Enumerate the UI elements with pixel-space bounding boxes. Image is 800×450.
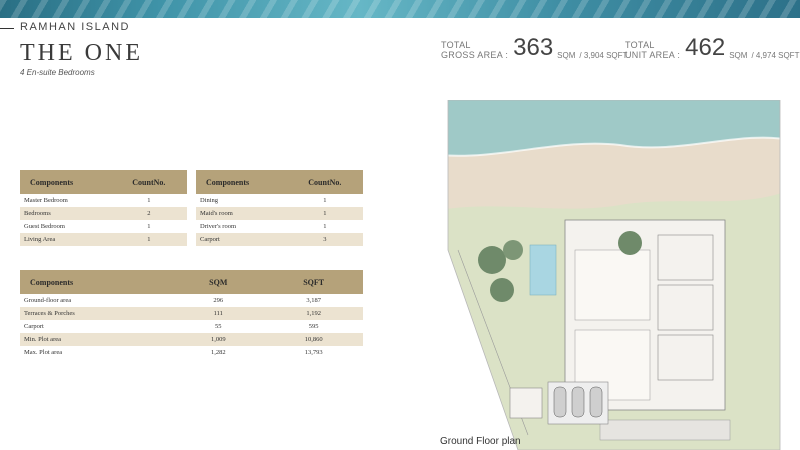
unit-area-stat: TOTAL UNIT AREA : 462 SQM / 4,974 SQFT (625, 34, 800, 61)
gross-area-stat: TOTAL GROSS AREA : 363 SQM / 3,904 SQFT (441, 34, 628, 61)
gross-area-value: 363 (513, 34, 554, 61)
column-header: SQFT (264, 270, 363, 294)
location-label: RAMHAN ISLAND (20, 21, 130, 33)
areas-table: Components SQM SQFT Ground-floor area 296… (20, 270, 363, 359)
table-row: Max. Plot area 1,282 13,793 (20, 346, 363, 359)
table-cell: Guest Bedroom (24, 223, 65, 230)
table-row: Carport 55 595 (20, 320, 363, 333)
drivers-room (509, 387, 543, 419)
page-title: THE ONE (20, 40, 143, 66)
table-cell: 1 (323, 197, 327, 204)
header-rule (0, 28, 14, 29)
table-cell: 55 (215, 323, 222, 330)
column-header: Components (196, 170, 287, 194)
table-cell: Maid's room (196, 207, 287, 220)
tree (618, 231, 642, 255)
table-cell: Max. Plot area (24, 349, 63, 356)
unit-area-value: 462 (685, 34, 726, 61)
table-cell: 10,860 (264, 333, 363, 346)
table-row: Carport 3 (196, 233, 363, 246)
rooms-table-left: Components CountNo. Master Bedroom 1 Bedr… (20, 170, 187, 246)
table-row: Master Bedroom 1 (20, 194, 187, 207)
table-cell: 2 (110, 207, 187, 220)
gross-area-sqft: / 3,904 SQFT (579, 51, 628, 60)
table-cell: 1,009 (172, 333, 265, 346)
table-cell: Ground-floor area (24, 297, 72, 304)
unit-area-unit: SQM (729, 51, 748, 60)
table-row: Min. Plot area 1,009 10,860 (20, 333, 363, 346)
sea-banner (0, 0, 800, 18)
column-header: SQM (172, 270, 265, 294)
table-cell: 1 (147, 197, 151, 204)
table-cell: 3,187 (306, 297, 321, 304)
carport (547, 381, 609, 425)
tree (478, 246, 506, 274)
table-row: Bedrooms 2 (20, 207, 187, 220)
table-cell: 296 (213, 297, 224, 304)
column-header: Components (20, 170, 111, 194)
table-cell: Dining (200, 197, 219, 204)
unit-area-label: TOTAL UNIT AREA : (625, 40, 681, 60)
table-row: Dining 1 (196, 194, 363, 207)
table-row: Ground-floor area 296 3,187 (20, 294, 363, 307)
ground-floor-plan-image (447, 100, 781, 450)
table-cell: Master Bedroom (24, 197, 68, 204)
table-cell: 1 (286, 207, 363, 220)
table-cell: 1 (147, 223, 151, 230)
tree (490, 278, 514, 302)
gross-area-label: TOTAL GROSS AREA : (441, 40, 509, 60)
page-subtitle: 4 En-suite Bedrooms (20, 68, 95, 77)
rooms-table-right: Components CountNo. Dining 1 Maid's room 1… (196, 170, 363, 246)
table-cell: Bedrooms (20, 207, 111, 220)
table-cell: Terraces & Porches (20, 307, 173, 320)
table-cell: 595 (308, 323, 319, 330)
table-cell: 1 (110, 233, 187, 246)
table-row: Maid's room 1 (196, 207, 363, 220)
pool (529, 244, 557, 296)
table-cell: 1,192 (264, 307, 363, 320)
table-cell: Carport (196, 233, 287, 246)
table-cell: Carport (24, 323, 44, 330)
column-header: Components (20, 270, 173, 294)
table-cell: 1 (323, 223, 327, 230)
plan-caption: Ground Floor plan (440, 436, 521, 447)
table-row: Living Area 1 (20, 233, 187, 246)
table-row: Driver's room 1 (196, 220, 363, 233)
column-header: CountNo. (110, 170, 187, 194)
table-cell: 3 (286, 233, 363, 246)
tree (503, 240, 523, 260)
table-row: Terraces & Porches 111 1,192 (20, 307, 363, 320)
table-cell: 1,282 (210, 349, 226, 356)
table-cell: 111 (172, 307, 265, 320)
gross-area-unit: SQM (557, 51, 576, 60)
table-cell: Driver's room (200, 223, 237, 230)
table-cell: Living Area (20, 233, 111, 246)
table-row: Guest Bedroom 1 (20, 220, 187, 233)
column-header: CountNo. (286, 170, 363, 194)
unit-area-sqft: / 4,974 SQFT (751, 51, 800, 60)
table-cell: Min. Plot area (20, 333, 173, 346)
table-cell: 13,793 (304, 349, 323, 356)
